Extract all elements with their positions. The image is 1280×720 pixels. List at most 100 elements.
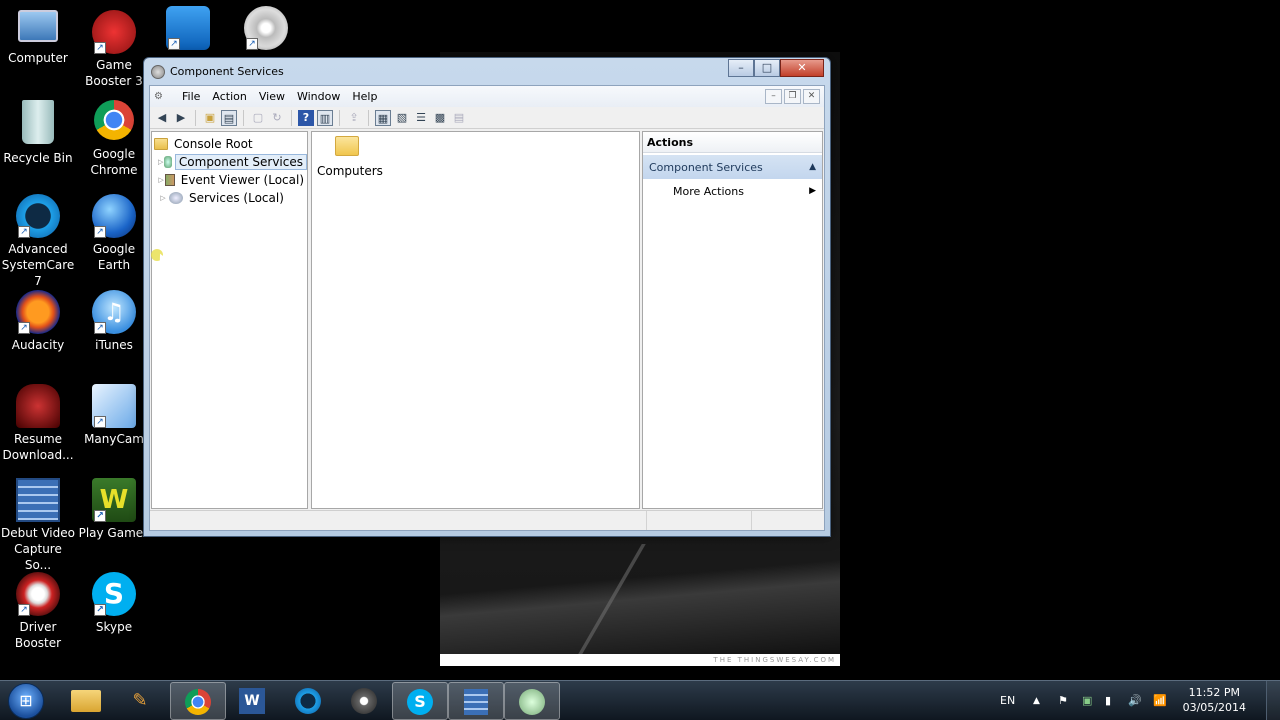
show-hide-console-tree-icon[interactable]: ▤ [221,109,237,126]
show-desktop-button[interactable] [1266,681,1280,720]
actions-section-component-services[interactable]: Component Services ▲ [643,155,822,179]
menu-window[interactable]: Window [291,90,346,103]
system-clock[interactable]: 11:52 PM 03/05/2014 [1183,685,1246,715]
status-view-icon[interactable]: ▤ [451,110,467,126]
language-indicator[interactable]: EN [1000,681,1015,720]
expand-arrow-icon[interactable]: ▷ [158,194,168,202]
manycam-icon: ↗ [92,384,136,428]
chrome-icon [94,100,134,140]
menu-view[interactable]: View [253,90,291,103]
road-image [440,544,840,654]
export-list-icon[interactable]: ⇪ [346,110,362,126]
refresh-icon[interactable]: ↻ [269,110,285,126]
start-button[interactable]: ⊞ [8,683,44,719]
large-icons-view-icon[interactable]: ▦ [375,109,391,126]
list-item-computers[interactable]: Computers [317,136,383,178]
action-more-actions[interactable]: More Actions ▶ [643,179,822,203]
list-view-icon[interactable]: ☰ [413,110,429,126]
desktop-icon-advanced-systemcare[interactable]: ↗ Advanced SystemCare 7 [0,194,76,289]
tree-node-services[interactable]: ▷ Services (Local) [152,189,307,207]
desktop-icon-resume-download[interactable]: Resume Download... [0,384,76,463]
panes: Console Root ▷ Component Services ▷ Even… [150,130,824,510]
skype-icon: S ↗ [92,572,136,616]
component-services-window[interactable]: Component Services – □ ✕ ⚙ File Action V… [143,57,831,537]
back-arrow-icon[interactable]: ◀ [154,110,170,126]
desktop-icon-teamviewer[interactable]: ↗ [150,6,226,53]
debut-video-icon [16,478,60,522]
clock-time: 11:52 PM [1188,686,1240,699]
network-signal-icon[interactable]: 📶 [1153,681,1167,720]
taskbar-advanced-systemcare-icon[interactable] [280,682,336,720]
list-item-label: Computers [317,164,383,178]
detail-view-icon[interactable]: ▩ [432,110,448,126]
mdi-restore-button[interactable]: ❐ [784,89,801,104]
resume-download-icon [16,384,60,428]
mdi-minimize-button[interactable]: – [765,89,782,104]
show-hide-action-pane-icon[interactable]: ▥ [317,109,333,126]
tree-node-label: Component Services [174,154,307,170]
folder-icon [335,136,359,156]
menu-bar: ⚙ File Action View Window Help – ❐ ✕ [150,86,824,107]
mdi-close-button[interactable]: ✕ [803,89,820,104]
status-panel [150,511,647,530]
forward-arrow-icon[interactable]: ▶ [173,110,189,126]
desktop-icon-play-games[interactable]: W ↗ Play Games [76,478,152,541]
desktop-icon-itunes[interactable]: ♫ ↗ iTunes [76,290,152,353]
menu-file[interactable]: File [176,90,206,103]
taskbar-explorer-icon[interactable] [58,682,114,720]
taskbar-word-icon[interactable]: W [224,682,280,720]
console-tree: Console Root ▷ Component Services ▷ Even… [151,131,308,509]
title-bar[interactable]: Component Services – □ ✕ [144,58,830,85]
menu-action[interactable]: Action [206,90,252,103]
tree-node-label: Console Root [174,137,253,151]
taskbar-debut-video-icon[interactable] [448,682,504,720]
desktop-icon-debut-video[interactable]: Debut Video Capture So... [0,478,76,573]
up-folder-icon[interactable]: ▣ [202,110,218,126]
desktop-icon-skype[interactable]: S ↗ Skype [76,572,152,635]
taskbar-chrome-icon[interactable] [170,682,226,720]
taskbar: ⊞ ✎ W S EN ▲ ⚑ ▣ ▮ 🔊 📶 11:52 PM 03/05/20… [0,680,1280,720]
taskbar-paint-tools-icon[interactable]: ✎ [112,682,168,720]
desktop-icon-recycle-bin[interactable]: Recycle Bin [0,100,76,166]
tray-app-icon[interactable]: ▣ [1082,681,1092,720]
desktop-icon-google-earth[interactable]: ↗ Google Earth [76,194,152,273]
desktop-icon-computer[interactable]: Computer [0,10,76,66]
collapse-up-icon[interactable]: ▲ [809,162,816,172]
tree-node-console-root[interactable]: Console Root [152,135,307,153]
desktop-icon-game-booster[interactable]: ↗ Game Booster 3 [76,10,152,89]
taskbar-component-services-icon[interactable] [504,682,560,720]
desktop-icon-driver-booster[interactable]: ↗ Driver Booster [0,572,76,651]
mmc-console-icon[interactable]: ⚙ [154,91,168,103]
small-icons-view-icon[interactable]: ▧ [394,110,410,126]
show-hidden-icons-icon[interactable]: ▲ [1033,681,1040,720]
tray-power-icon[interactable]: ▮ [1105,681,1111,720]
desktop-icon-chrome[interactable]: Google Chrome [76,100,152,178]
toolbar-separator [339,109,340,126]
disc-burner-icon: ↗ [244,6,288,50]
volume-icon[interactable]: 🔊 [1128,681,1142,720]
desktop-icon-disc-burner[interactable]: ↗ [228,6,304,53]
toolbar-separator [195,109,196,126]
taskbar-steam-icon[interactable] [336,682,392,720]
tree-node-component-services[interactable]: ▷ Component Services [152,153,307,171]
actions-section-label: Component Services [649,160,763,174]
taskbar-skype-icon[interactable]: S [392,682,448,720]
desktop-icon-manycam[interactable]: ↗ ManyCam [76,384,152,447]
maximize-button[interactable]: □ [754,59,780,77]
expand-arrow-icon[interactable]: ▷ [158,176,164,184]
properties-icon[interactable]: ▢ [250,110,266,126]
menu-help[interactable]: Help [346,90,383,103]
expand-arrow-icon[interactable]: ▷ [158,158,163,166]
itunes-icon: ♫ ↗ [92,290,136,334]
tree-node-event-viewer[interactable]: ▷ Event Viewer (Local) [152,171,307,189]
close-button[interactable]: ✕ [780,59,824,77]
help-icon[interactable]: ? [298,109,314,126]
status-panel [647,511,752,530]
recycle-bin-icon [22,100,54,144]
desktop-icon-audacity[interactable]: ↗ Audacity [0,290,76,353]
computer-icon [18,10,58,42]
event-viewer-icon [165,174,175,186]
tray-network-error-icon[interactable]: ⚑ [1058,681,1068,720]
minimize-button[interactable]: – [728,59,754,77]
toolbar: ◀ ▶ ▣ ▤ ▢ ↻ ? ▥ ⇪ ▦ ▧ ☰ ▩ ▤ [150,107,824,129]
